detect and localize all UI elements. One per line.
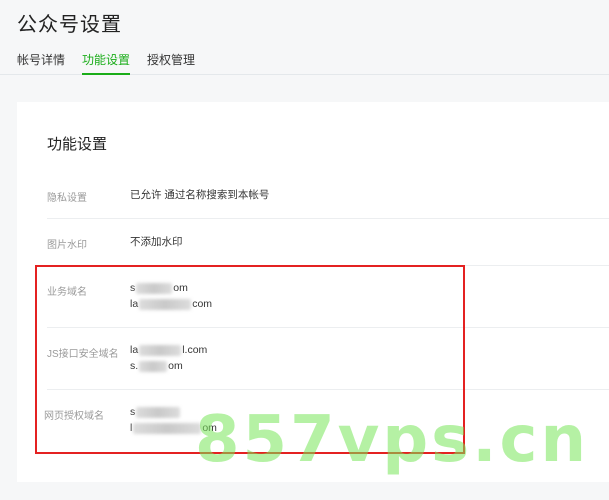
section-title: 功能设置 <box>47 136 108 153</box>
image-watermark-row: 图片水印 不添加水印 <box>47 219 609 266</box>
tab-authorization[interactable]: 授权管理 <box>147 51 195 68</box>
tab-feature-settings[interactable]: 功能设置 <box>82 51 131 75</box>
tab-bar: 帐号详情 功能设置 授权管理 <box>0 45 609 75</box>
page-title: 公众号设置 <box>17 14 122 36</box>
privacy-setting-row: 隐私设置 已允许 通过名称搜索到本帐号 <box>47 174 609 219</box>
image-watermark-value: 不添加水印 <box>130 236 183 248</box>
privacy-setting-value: 已允许 通过名称搜索到本帐号 <box>130 189 270 201</box>
site-watermark: 857vps.cn <box>195 403 590 477</box>
tab-account-details[interactable]: 帐号详情 <box>17 51 65 68</box>
privacy-setting-label: 隐私设置 <box>47 193 87 204</box>
image-watermark-label: 图片水印 <box>47 240 87 251</box>
